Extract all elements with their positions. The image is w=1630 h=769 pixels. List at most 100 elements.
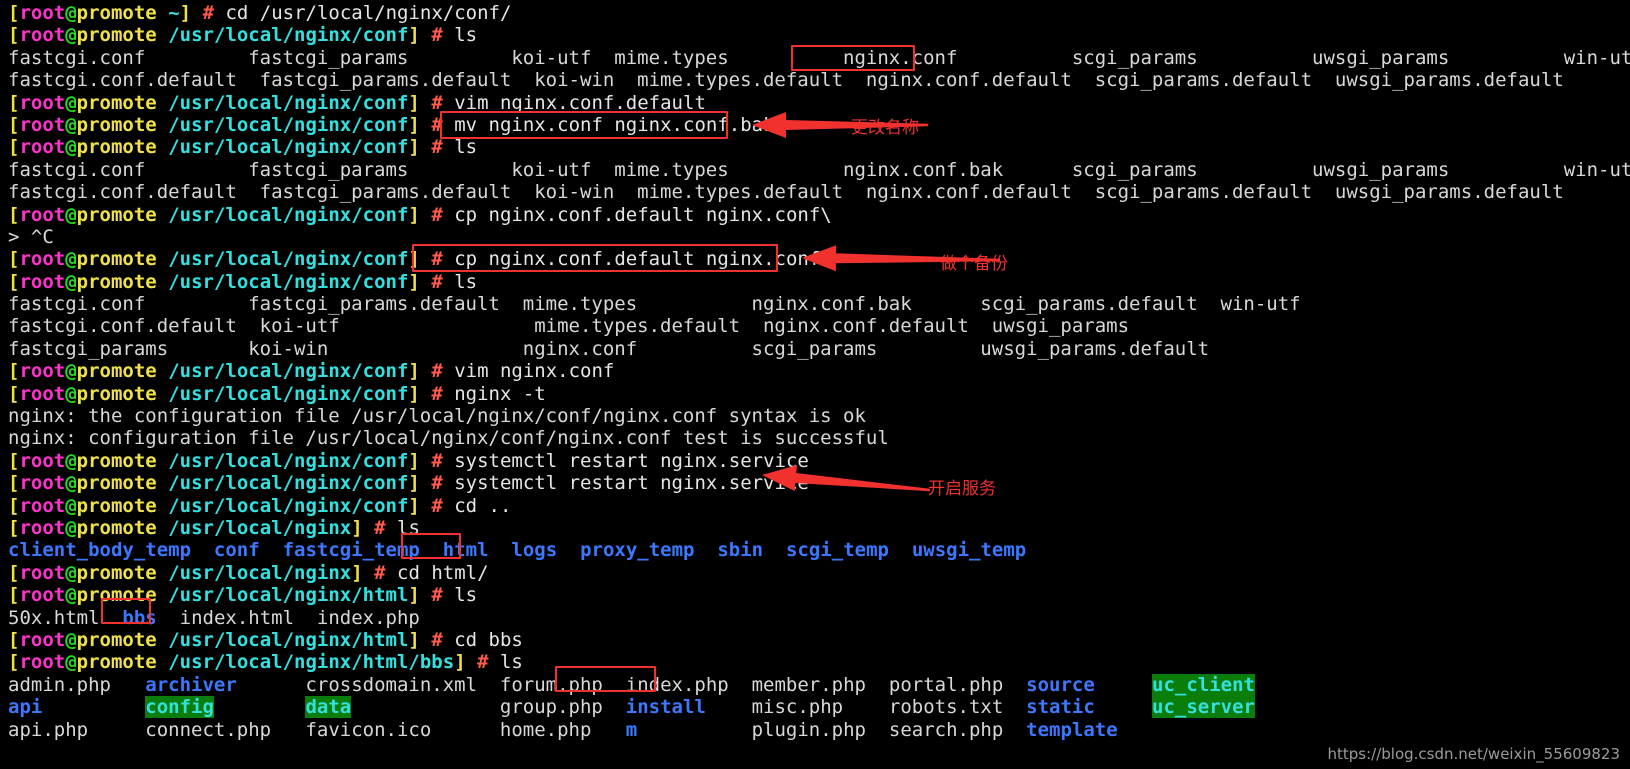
ls-directory: static — [1026, 696, 1095, 719]
terminal-prompt-line: [root@promote /usr/local/nginx/conf] # l… — [8, 136, 1630, 158]
prompt-user: root — [19, 628, 66, 651]
terminal-command: cp nginx.conf.default nginx.conf\ — [442, 203, 832, 226]
prompt-gap — [420, 584, 431, 606]
terminal-prompt-line: [root@promote /usr/local/nginx] # cd htm… — [8, 562, 1630, 584]
terminal-ls-line: client_body_temp conf fastcgi_temp html … — [8, 539, 1630, 561]
prompt-symbol: # — [431, 248, 443, 271]
prompt-gap — [420, 24, 431, 46]
prompt-path: /usr/local/nginx/html — [168, 628, 409, 651]
prompt-bracket-open: [ — [8, 516, 20, 539]
terminal-command: ls — [385, 516, 420, 539]
prompt-bracket-open: [ — [8, 628, 20, 651]
prompt-path: /usr/local/nginx — [168, 561, 352, 584]
prompt-at: @ — [65, 203, 77, 226]
prompt-user: root — [19, 2, 66, 24]
terminal-window[interactable]: [root@promote ~] # cd /usr/local/nginx/c… — [0, 0, 1630, 769]
prompt-host: promote — [76, 516, 157, 539]
prompt-symbol: # — [431, 584, 443, 607]
ls-gap — [694, 539, 717, 561]
terminal-prompt-line: [root@promote /usr/local/nginx/conf] # m… — [8, 114, 1630, 136]
ls-gap — [706, 696, 752, 718]
prompt-gap — [420, 450, 431, 472]
prompt-user: root — [19, 136, 66, 159]
output-text: fastcgi.conf fastcgi_params.default mime… — [8, 293, 1301, 316]
ls-directory: template — [1026, 718, 1118, 741]
prompt-gap — [420, 271, 431, 293]
output-text: > ^C — [8, 225, 54, 248]
prompt-user: root — [19, 91, 66, 114]
terminal-output-line: nginx: the configuration file /usr/local… — [8, 405, 1630, 427]
prompt-bracket-close: ] — [351, 516, 363, 539]
watermark: https://blog.csdn.net/weixin_55609823 — [1327, 745, 1620, 763]
prompt-bracket-close: ] — [408, 203, 420, 226]
prompt-bracket-close: ] — [454, 651, 466, 674]
ls-directory: logs — [511, 539, 558, 562]
ls-gap — [294, 607, 317, 629]
prompt-at: @ — [65, 2, 77, 24]
ls-file: api.php — [8, 718, 146, 741]
prompt-symbol: # — [431, 360, 443, 383]
prompt-symbol: # — [374, 516, 386, 539]
terminal-command: ls — [442, 584, 478, 607]
prompt-bracket-close: ] — [408, 360, 420, 383]
prompt-bracket-close: ] — [408, 270, 420, 293]
ls-gap — [351, 696, 500, 718]
prompt-path: /usr/local/nginx/conf — [168, 91, 409, 114]
ls-file: index.html — [179, 606, 295, 629]
note-rename: 更改名称 — [851, 118, 919, 138]
prompt-path: /usr/local/nginx/conf — [168, 382, 409, 405]
prompt-bracket-open: [ — [8, 113, 20, 136]
ls-gap — [100, 607, 123, 629]
terminal-prompt-line: [root@promote /usr/local/nginx/html/bbs]… — [8, 651, 1630, 673]
prompt-at: @ — [65, 382, 77, 405]
prompt-user: root — [19, 382, 66, 405]
prompt-bracket-close: ] — [408, 449, 420, 472]
prompt-host: promote — [76, 584, 157, 607]
prompt-user: root — [19, 472, 66, 495]
terminal-command: nginx -t — [442, 382, 546, 405]
terminal-prompt-line: [root@promote /usr/local/nginx/conf] # l… — [8, 271, 1630, 293]
ls-file: index.php — [625, 673, 752, 696]
ls-gap — [214, 696, 306, 718]
terminal-output-line: fastcgi.conf fastcgi_params koi-utf mime… — [8, 159, 1630, 181]
prompt-bracket-close: ] — [408, 584, 420, 607]
terminal-prompt-line: [root@promote /usr/local/nginx/html] # c… — [8, 629, 1630, 651]
prompt-symbol: # — [431, 203, 443, 226]
prompt-host: promote — [76, 494, 157, 517]
terminal-prompt-line: [root@promote /usr/local/nginx/conf] # v… — [8, 92, 1630, 114]
terminal-output-line: fastcgi.conf.default fastcgi_params.defa… — [8, 181, 1630, 203]
note-start-service: 开启服务 — [928, 479, 996, 499]
prompt-host: promote — [76, 203, 157, 226]
terminal-command: systemctl restart nginx.service — [442, 449, 809, 472]
prompt-host: promote — [76, 91, 157, 114]
prompt-host: promote — [76, 561, 157, 584]
prompt-user: root — [19, 449, 66, 472]
ls-gap — [237, 674, 306, 696]
ls-writable-directory: data — [305, 696, 352, 719]
terminal-command: ls — [442, 136, 478, 159]
output-text: nginx: the configuration file /usr/local… — [8, 405, 866, 428]
prompt-at: @ — [65, 24, 77, 47]
prompt-path: /usr/local/nginx/conf — [168, 248, 409, 271]
prompt-at: @ — [65, 516, 77, 539]
ls-file: index.php — [316, 606, 420, 629]
terminal-output-line: fastcgi.conf.default fastcgi_params.defa… — [8, 69, 1630, 91]
prompt-bracket-open: [ — [8, 472, 20, 495]
prompt-path: /usr/local/nginx/conf — [168, 270, 409, 293]
prompt-gap — [420, 136, 431, 158]
prompt-gap — [420, 114, 431, 136]
terminal-command: vim nginx.conf — [442, 360, 615, 383]
prompt-symbol: # — [431, 270, 443, 293]
prompt-at: @ — [65, 248, 77, 271]
prompt-bracket-open: [ — [8, 91, 20, 114]
prompt-host: promote — [76, 628, 157, 651]
terminal-command: ls — [488, 651, 523, 674]
prompt-gap — [420, 495, 431, 517]
